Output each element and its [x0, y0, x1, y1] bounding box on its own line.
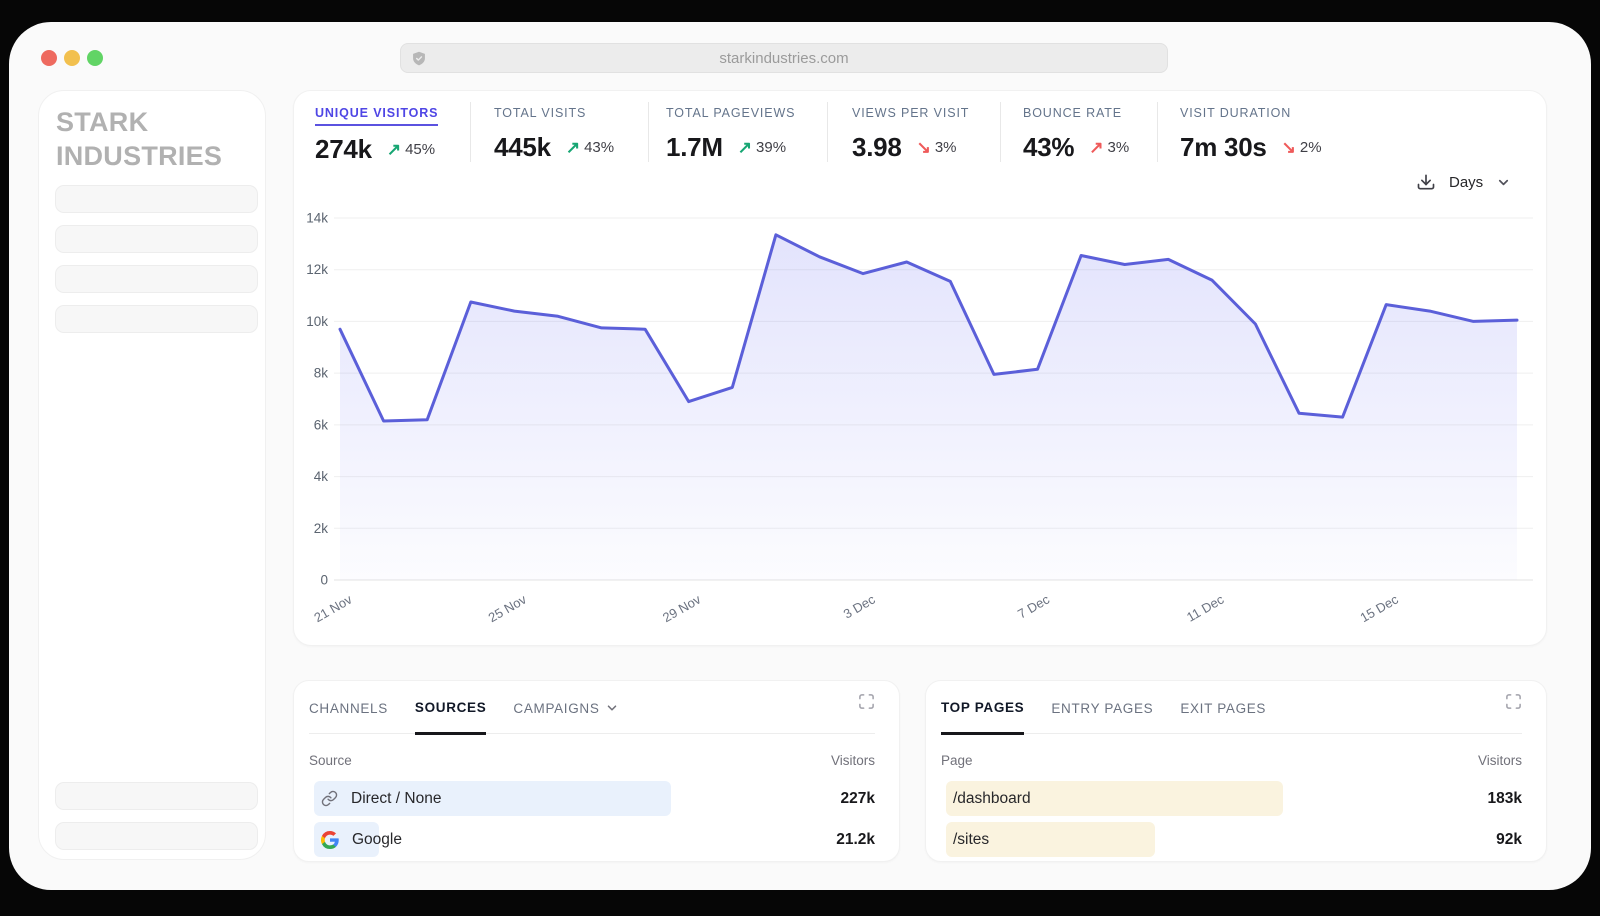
svg-text:12k: 12k [306, 262, 328, 277]
stat-delta: 45% [405, 141, 435, 158]
stat-unique-visitors[interactable]: UNIQUE VISITORS 274k ↗ 45% [315, 104, 438, 165]
table-header: Source Visitors [309, 753, 875, 768]
svg-text:8k: 8k [314, 366, 329, 381]
stat-value: 1.7M [666, 132, 723, 163]
stat-value: 445k [494, 132, 551, 163]
svg-text:14k: 14k [306, 211, 328, 226]
tab-campaigns[interactable]: CAMPAIGNS [513, 691, 618, 733]
stat-views-per-visit[interactable]: VIEWS PER VISIT 3.98 ↘ 3% [852, 104, 969, 163]
interval-select[interactable]: Days [1449, 174, 1483, 191]
table-row-dashboard[interactable]: /dashboard 183k [941, 781, 1522, 816]
sidebar-nav-placeholder [55, 305, 258, 333]
stat-delta: 43% [584, 139, 614, 156]
shield-icon [412, 51, 426, 66]
svg-text:21 Nov: 21 Nov [311, 591, 355, 625]
divider [648, 102, 649, 162]
divider [1157, 102, 1158, 162]
table-row-sites[interactable]: /sites 92k [941, 822, 1522, 857]
chevron-down-icon [1496, 175, 1511, 190]
tab-channels[interactable]: CHANNELS [309, 691, 388, 733]
svg-text:6k: 6k [314, 417, 329, 432]
expand-icon[interactable] [858, 693, 875, 710]
sidebar-footer-placeholder [55, 822, 258, 850]
url-text: starkindustries.com [719, 50, 848, 67]
tab-exit-pages[interactable]: EXIT PAGES [1180, 691, 1266, 733]
stat-delta: 3% [935, 139, 957, 156]
stat-bounce-rate[interactable]: BOUNCE RATE 43% ↗ 3% [1023, 104, 1129, 163]
svg-text:10k: 10k [306, 314, 328, 329]
svg-text:2k: 2k [314, 521, 329, 536]
stat-delta: 3% [1108, 139, 1130, 156]
stat-value: 43% [1023, 132, 1074, 163]
google-icon [321, 831, 339, 849]
sidebar-nav-placeholder [55, 185, 258, 213]
trend-down-icon: ↘ [1282, 138, 1296, 158]
table-header: Page Visitors [941, 753, 1522, 768]
sources-tabs: CHANNELS SOURCES CAMPAIGNS [309, 691, 875, 734]
stat-value: 274k [315, 134, 372, 165]
zoom-button[interactable] [87, 50, 103, 66]
svg-text:3 Dec: 3 Dec [841, 591, 878, 621]
sidebar: STARK INDUSTRIES [38, 90, 266, 860]
expand-icon[interactable] [1505, 693, 1522, 710]
sources-panel: CHANNELS SOURCES CAMPAIGNS Source Visito… [293, 680, 900, 862]
stat-delta: 2% [1300, 139, 1322, 156]
table-row-google[interactable]: Google 21.2k [309, 822, 875, 857]
trend-up-icon: ↗ [566, 138, 580, 158]
stat-value: 3.98 [852, 132, 902, 163]
stat-total-visits[interactable]: TOTAL VISITS 445k ↗ 43% [494, 104, 614, 163]
svg-text:29 Nov: 29 Nov [660, 591, 704, 625]
svg-text:4k: 4k [314, 469, 329, 484]
tab-entry-pages[interactable]: ENTRY PAGES [1051, 691, 1153, 733]
svg-text:11 Dec: 11 Dec [1184, 591, 1227, 624]
minimize-button[interactable] [64, 50, 80, 66]
svg-text:0: 0 [320, 573, 328, 588]
sidebar-nav-placeholder [55, 225, 258, 253]
trend-up-icon: ↗ [738, 138, 752, 158]
close-button[interactable] [41, 50, 57, 66]
table-row-direct-none[interactable]: Direct / None 227k [309, 781, 875, 816]
visitors-area-chart: 0 2k 4k 6k 8k 10k 12k 14k 21 Nov 25 Nov 29 Nov 3 De… [300, 200, 1548, 635]
divider [1000, 102, 1001, 162]
link-icon [321, 790, 338, 807]
sidebar-nav-placeholder [55, 265, 258, 293]
svg-text:25 Nov: 25 Nov [486, 591, 530, 625]
stat-delta: 39% [756, 139, 786, 156]
divider [827, 102, 828, 162]
trend-up-icon: ↗ [387, 140, 401, 160]
divider [470, 102, 471, 162]
pages-tabs: TOP PAGES ENTRY PAGES EXIT PAGES [941, 691, 1522, 734]
pages-panel: TOP PAGES ENTRY PAGES EXIT PAGES Page Vi… [925, 680, 1547, 862]
svg-text:7 Dec: 7 Dec [1015, 591, 1052, 621]
stat-total-pageviews[interactable]: TOTAL PAGEVIEWS 1.7M ↗ 39% [666, 104, 795, 163]
url-bar[interactable]: starkindustries.com [400, 43, 1168, 73]
trend-up-icon: ↗ [1089, 138, 1103, 158]
tab-top-pages[interactable]: TOP PAGES [941, 691, 1024, 735]
brand-logo: STARK INDUSTRIES [56, 105, 226, 173]
sidebar-footer-placeholder [55, 782, 258, 810]
chevron-down-icon [605, 701, 619, 715]
stat-value: 7m 30s [1180, 132, 1267, 163]
download-icon[interactable] [1416, 172, 1436, 192]
svg-text:15 Dec: 15 Dec [1358, 591, 1402, 625]
stat-visit-duration[interactable]: VISIT DURATION 7m 30s ↘ 2% [1180, 104, 1322, 163]
tab-sources[interactable]: SOURCES [415, 691, 487, 735]
trend-down-icon: ↘ [917, 138, 931, 158]
